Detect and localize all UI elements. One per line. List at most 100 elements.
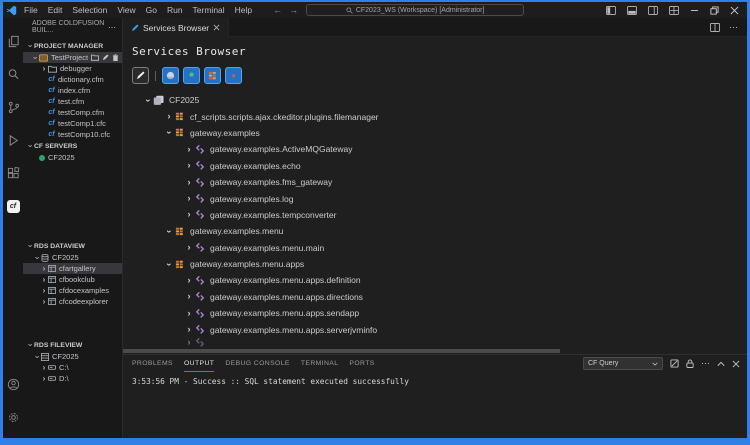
component-icon: [194, 160, 205, 171]
menu-terminal[interactable]: Terminal: [188, 5, 230, 15]
output-channel-select[interactable]: CF Query: [583, 357, 663, 370]
file-test-cfm[interactable]: cftest.cfm: [23, 96, 122, 107]
tab-problems[interactable]: PROBLEMS: [132, 355, 173, 372]
sidebar-more-actions-icon[interactable]: ⋯: [108, 23, 117, 32]
tree-item-activemqgateway[interactable]: › gateway.examples.ActiveMQGateway: [132, 141, 747, 157]
package-filter-button[interactable]: [204, 67, 221, 84]
tab-terminal[interactable]: TERMINAL: [301, 355, 339, 372]
maximize-panel-icon[interactable]: [717, 361, 725, 367]
new-folder-icon[interactable]: [91, 54, 99, 61]
file-testcomp-cfm[interactable]: cftestComp.cfm: [23, 107, 122, 118]
customize-layout-icon[interactable]: [669, 6, 679, 15]
drive-d[interactable]: › D:\: [23, 373, 122, 384]
split-editor-icon[interactable]: [710, 23, 720, 32]
tree-item-gateway-examples[interactable]: › gateway.examples: [132, 125, 747, 141]
menu-go[interactable]: Go: [141, 5, 162, 15]
lock-icon[interactable]: [686, 359, 694, 368]
tab-services-browser[interactable]: Services Browser: [123, 18, 229, 37]
command-center-search[interactable]: CF2023_WS (Workspace) [Administrator]: [306, 4, 524, 16]
drive-c[interactable]: › C:\: [23, 362, 122, 373]
extensions-icon[interactable]: [3, 157, 23, 190]
sidebar-title: ADOBE COLDFUSION BUIL...: [32, 20, 108, 34]
cf-file-icon: cf: [47, 131, 56, 138]
server-cf2025[interactable]: CF2025: [23, 152, 122, 163]
folder-debugger[interactable]: › debugger: [23, 63, 122, 74]
globe-filter-button[interactable]: [162, 67, 179, 84]
tree-item-apps-directions[interactable]: › gateway.examples.menu.apps.directions: [132, 289, 747, 305]
tree-item-apps-definition[interactable]: › gateway.examples.menu.apps.definition: [132, 272, 747, 288]
edit-pencil-icon[interactable]: [102, 54, 109, 61]
tree-item-partial[interactable]: ›: [132, 338, 747, 348]
restore-button[interactable]: [710, 6, 719, 15]
accounts-icon[interactable]: [7, 368, 20, 401]
component-icon: [194, 242, 205, 253]
file-testcomp1-cfc[interactable]: cftestComp1.cfc: [23, 118, 122, 129]
search-view-icon[interactable]: [3, 58, 23, 91]
minimize-button[interactable]: [690, 6, 699, 15]
file-testcomp10-cfc[interactable]: cftestComp10.cfc: [23, 129, 122, 140]
output-console[interactable]: 3:53:56 PM - Success :: SQL statement ex…: [123, 372, 747, 386]
tree-item-menu-main[interactable]: › gateway.examples.menu.main: [132, 240, 747, 256]
horizontal-scrollbar[interactable]: [123, 349, 560, 353]
file-dictionary-cfm[interactable]: cfdictionary.cfm: [23, 74, 122, 85]
tree-item-apps-serverjvminfo[interactable]: › gateway.examples.menu.apps.serverjvmin…: [132, 321, 747, 337]
datasource-cfbookclub[interactable]: › cfbookclub: [23, 274, 122, 285]
cf-file-icon: cf: [47, 120, 56, 127]
chevron-right-icon: ›: [184, 145, 194, 154]
toggle-panel-icon[interactable]: [627, 6, 637, 15]
file-index-cfm[interactable]: cfindex.cfm: [23, 85, 122, 96]
forward-arrow-icon[interactable]: →: [289, 5, 298, 15]
toggle-secondary-sidebar-icon[interactable]: [648, 6, 658, 15]
tree-item-echo[interactable]: › gateway.examples.echo: [132, 158, 747, 174]
run-debug-icon[interactable]: [3, 124, 23, 157]
tree-item-menu-apps[interactable]: › gateway.examples.menu.apps: [132, 256, 747, 272]
section-rds-dataview[interactable]: › RDS DATAVIEW: [23, 240, 122, 252]
bottom-panel: PROBLEMS OUTPUT DEBUG CONSOLE TERMINAL P…: [123, 354, 747, 438]
close-tab-icon[interactable]: [213, 24, 220, 31]
tree-item-menu[interactable]: › gateway.examples.menu: [132, 223, 747, 239]
back-arrow-icon[interactable]: ←: [273, 5, 282, 15]
red-arrow-filter-button[interactable]: [225, 67, 242, 84]
tree-item-tempconverter[interactable]: › gateway.examples.tempconverter: [132, 207, 747, 223]
datasource-cfcodeexplorer[interactable]: › cfcodeexplorer: [23, 296, 122, 307]
section-project-manager[interactable]: › PROJECT MANAGER: [23, 40, 122, 52]
services-tree: › CF2025 › cf_scripts.scripts.ajax.ckedi…: [132, 92, 747, 348]
coldfusion-view-icon[interactable]: cf: [3, 190, 23, 223]
menu-selection[interactable]: Selection: [67, 5, 112, 15]
tab-ports[interactable]: PORTS: [349, 355, 374, 372]
tab-debug-console[interactable]: DEBUG CONSOLE: [225, 355, 290, 372]
tree-item-log[interactable]: › gateway.examples.log: [132, 190, 747, 206]
tree-item-cf2025[interactable]: › CF2025: [132, 92, 747, 108]
vscode-logo-icon: [3, 5, 19, 16]
project-testproject[interactable]: › TestProject: [23, 52, 122, 63]
section-cf-servers[interactable]: › CF SERVERS: [23, 140, 122, 152]
tree-item-label: gateway.examples.ActiveMQGateway: [210, 144, 353, 154]
tree-item-apps-sendapp[interactable]: › gateway.examples.menu.apps.sendapp: [132, 305, 747, 321]
panel-more-actions-icon[interactable]: ⋯: [701, 358, 710, 369]
editor-more-actions-icon[interactable]: ⋯: [729, 22, 738, 33]
datasource-cfartgallery[interactable]: › cfartgallery: [23, 263, 122, 274]
datasource-cfdocexamples[interactable]: › cfdocexamples: [23, 285, 122, 296]
menu-run[interactable]: Run: [162, 5, 188, 15]
tree-item-fms-gateway[interactable]: › gateway.examples.fms_gateway: [132, 174, 747, 190]
toggle-sidebar-icon[interactable]: [606, 6, 616, 15]
explorer-icon[interactable]: [3, 25, 23, 58]
clear-output-icon[interactable]: [670, 359, 679, 368]
section-rds-fileview[interactable]: › RDS FILEVIEW: [23, 339, 122, 351]
pen-filter-button[interactable]: [132, 67, 149, 84]
project-label: TestProject: [51, 53, 88, 62]
source-control-icon[interactable]: [3, 91, 23, 124]
tree-item-filemanager[interactable]: › cf_scripts.scripts.ajax.ckeditor.plugi…: [132, 108, 747, 124]
menu-file[interactable]: File: [19, 5, 43, 15]
menu-view[interactable]: View: [112, 5, 140, 15]
delete-trash-icon[interactable]: [112, 54, 119, 61]
close-window-button[interactable]: [730, 6, 739, 15]
rds-dataview-root[interactable]: › CF2025: [23, 252, 122, 263]
green-dot-filter-button[interactable]: [183, 67, 200, 84]
rds-fileview-root[interactable]: › CF2025: [23, 351, 122, 362]
menu-help[interactable]: Help: [230, 5, 257, 15]
settings-gear-icon[interactable]: [7, 401, 20, 434]
menu-edit[interactable]: Edit: [43, 5, 68, 15]
tab-output[interactable]: OUTPUT: [184, 355, 214, 372]
close-panel-icon[interactable]: [732, 360, 740, 368]
